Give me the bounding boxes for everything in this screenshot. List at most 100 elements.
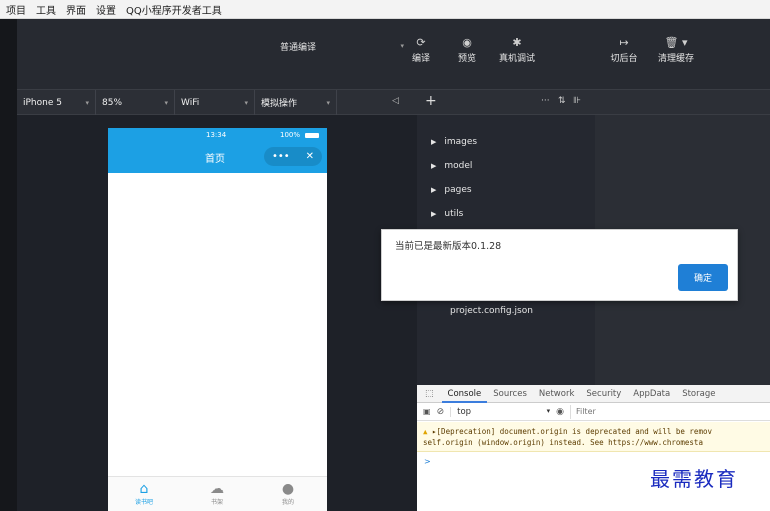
user-icon: ●: [281, 481, 295, 497]
tab-shelf[interactable]: ☁ 书架: [197, 481, 237, 506]
folder-label: utils: [444, 209, 464, 219]
zoom-select[interactable]: 85% ▾: [96, 90, 175, 115]
debug-label: 真机调试: [498, 54, 535, 64]
tab-security[interactable]: Security: [580, 385, 627, 403]
file-project-config[interactable]: project.config.json: [450, 306, 533, 316]
simulate-op-select[interactable]: 模拟操作 ▾: [255, 90, 337, 115]
caret-right-icon: ▶: [431, 210, 437, 218]
menu-item-tools[interactable]: 工具: [36, 2, 56, 17]
devtools-panel: ⬚ Console Sources Network Security AppDa…: [417, 385, 770, 511]
chevron-down-icon: ▾: [244, 98, 248, 107]
menu-bar: 项目 工具 界面 设置 QQ小程序开发者工具: [0, 0, 770, 19]
chevron-down-icon: ▾: [164, 98, 168, 107]
tab-shelf-label: 书架: [210, 499, 223, 506]
folder-label: model: [444, 161, 473, 171]
preview-button[interactable]: ◉ 预览: [453, 35, 481, 64]
phone-screen: 13:34 100% 首页 ••• ✕ ⌂ 读书吧 ☁ 书架 ● 我的: [108, 128, 327, 511]
compile-mode-select[interactable]: 普通编译 ▾: [280, 37, 404, 55]
compile-mode-value: 普通编译: [280, 42, 317, 53]
tab-sources[interactable]: Sources: [487, 385, 533, 403]
status-battery: 100%: [280, 131, 301, 139]
tab-console[interactable]: Console: [441, 385, 488, 403]
tab-appdata[interactable]: AppData: [627, 385, 676, 403]
home-icon: ⌂: [139, 481, 149, 497]
tab-mine-label: 我的: [281, 499, 294, 506]
folder-model[interactable]: ▶ model: [431, 161, 472, 171]
switch-background-icon: ↦: [619, 36, 629, 49]
chevron-down-icon: ▾: [400, 42, 404, 50]
confirm-label: 确定: [693, 274, 712, 284]
remote-debug-button[interactable]: ✱ 真机调试: [495, 35, 539, 64]
volume-icon[interactable]: ◁: [392, 96, 399, 106]
console-warning: ▲ ▸[Deprecation] document.origin is depr…: [417, 422, 770, 452]
collapse-icon[interactable]: ⊪: [573, 96, 581, 106]
file-label: project.config.json: [450, 306, 533, 316]
devtools-tabs: ⬚ Console Sources Network Security AppDa…: [417, 385, 770, 403]
background-button[interactable]: ↦ 切后台: [607, 35, 641, 64]
phone-navbar: 13:34 100% 首页 ••• ✕: [108, 128, 327, 173]
chevron-down-icon: ▾: [85, 98, 89, 107]
tab-network[interactable]: Network: [533, 385, 581, 403]
compile-label: 编译: [411, 54, 430, 64]
status-time: 13:34: [206, 131, 227, 139]
tab-read-label: 读书吧: [134, 499, 153, 506]
warning-line-2[interactable]: self.origin (window.origin) instead. See…: [423, 438, 703, 447]
menu-item-app-title[interactable]: QQ小程序开发者工具: [126, 2, 222, 17]
chevron-down-icon: ▾: [546, 406, 551, 415]
update-dialog: 当前已是最新版本0.1.28 确定: [381, 229, 738, 301]
network-value: WiFi: [181, 97, 200, 108]
simulator-bar: iPhone 5 ▾ 85% ▾ WiFi ▾ 模拟操作 ▾ ◁ + ··· ⇅…: [17, 89, 770, 115]
zoom-value: 85%: [102, 97, 123, 108]
compile-button[interactable]: ⟳ 编译: [407, 35, 435, 64]
folder-utils[interactable]: ▶ utils: [431, 209, 463, 219]
clear-cache-button[interactable]: 🗑 ▾ 清理缓存: [653, 35, 699, 64]
background-label: 切后台: [610, 54, 638, 64]
device-value: iPhone 5: [23, 97, 62, 108]
close-button[interactable]: ✕: [306, 151, 314, 162]
folder-label: pages: [444, 185, 472, 195]
more-button[interactable]: •••: [272, 151, 290, 162]
caret-right-icon: ▶: [431, 186, 437, 194]
sidebar-toggle-icon[interactable]: ▣: [423, 407, 431, 416]
caret-right-icon: ▶: [431, 138, 437, 146]
clear-cache-label: 清理缓存: [657, 54, 694, 64]
caret-right-icon: ▶: [431, 162, 437, 170]
preview-label: 预览: [457, 54, 476, 64]
left-strip: [0, 19, 17, 511]
context-select[interactable]: top ▾: [450, 406, 551, 417]
warning-icon: ▲: [423, 427, 428, 436]
trash-icon: 🗑 ▾: [664, 36, 688, 49]
tab-storage[interactable]: Storage: [676, 385, 721, 403]
bug-icon: ✱: [512, 36, 522, 49]
chevron-down-icon: ▾: [326, 98, 330, 107]
console-toolbar: ▣ ⊘ top ▾ ◉: [417, 403, 770, 421]
menu-item-settings[interactable]: 设置: [96, 2, 116, 17]
network-select[interactable]: WiFi ▾: [175, 90, 255, 115]
inspect-icon[interactable]: ⬚: [417, 389, 442, 399]
add-icon[interactable]: +: [425, 93, 437, 109]
clear-console-icon[interactable]: ⊘: [437, 407, 445, 417]
context-value: top: [457, 406, 472, 417]
refresh-icon: ⟳: [416, 36, 426, 49]
filter-input[interactable]: [569, 404, 710, 419]
tab-mine[interactable]: ● 我的: [268, 481, 308, 506]
more-icon[interactable]: ···: [541, 96, 550, 106]
page-title: 首页: [205, 154, 225, 165]
toolbar: 普通编译 ▾ ⟳ 编译 ◉ 预览 ✱ 真机调试 ↦ 切后台 🗑 ▾ 清理缓存: [17, 19, 770, 89]
console-prompt[interactable]: >: [424, 457, 431, 466]
folder-pages[interactable]: ▶ pages: [431, 185, 472, 195]
watermark: 最需教育: [650, 467, 738, 491]
menu-item-interface[interactable]: 界面: [66, 2, 86, 17]
eye-icon[interactable]: ◉: [556, 407, 564, 417]
simulate-op-value: 模拟操作: [261, 99, 298, 109]
capsule-menu: ••• ✕: [264, 147, 322, 166]
eye-icon: ◉: [462, 36, 472, 49]
folder-images[interactable]: ▶ images: [431, 137, 477, 147]
device-select[interactable]: iPhone 5 ▾: [17, 90, 96, 115]
tab-read[interactable]: ⌂ 读书吧: [124, 481, 164, 506]
sort-icon[interactable]: ⇅: [558, 96, 566, 106]
folder-label: images: [444, 137, 478, 147]
confirm-button[interactable]: 确定: [678, 264, 728, 291]
menu-item-project[interactable]: 项目: [6, 2, 26, 17]
warning-line-1: ▸[Deprecation] document.origin is deprec…: [432, 427, 712, 436]
